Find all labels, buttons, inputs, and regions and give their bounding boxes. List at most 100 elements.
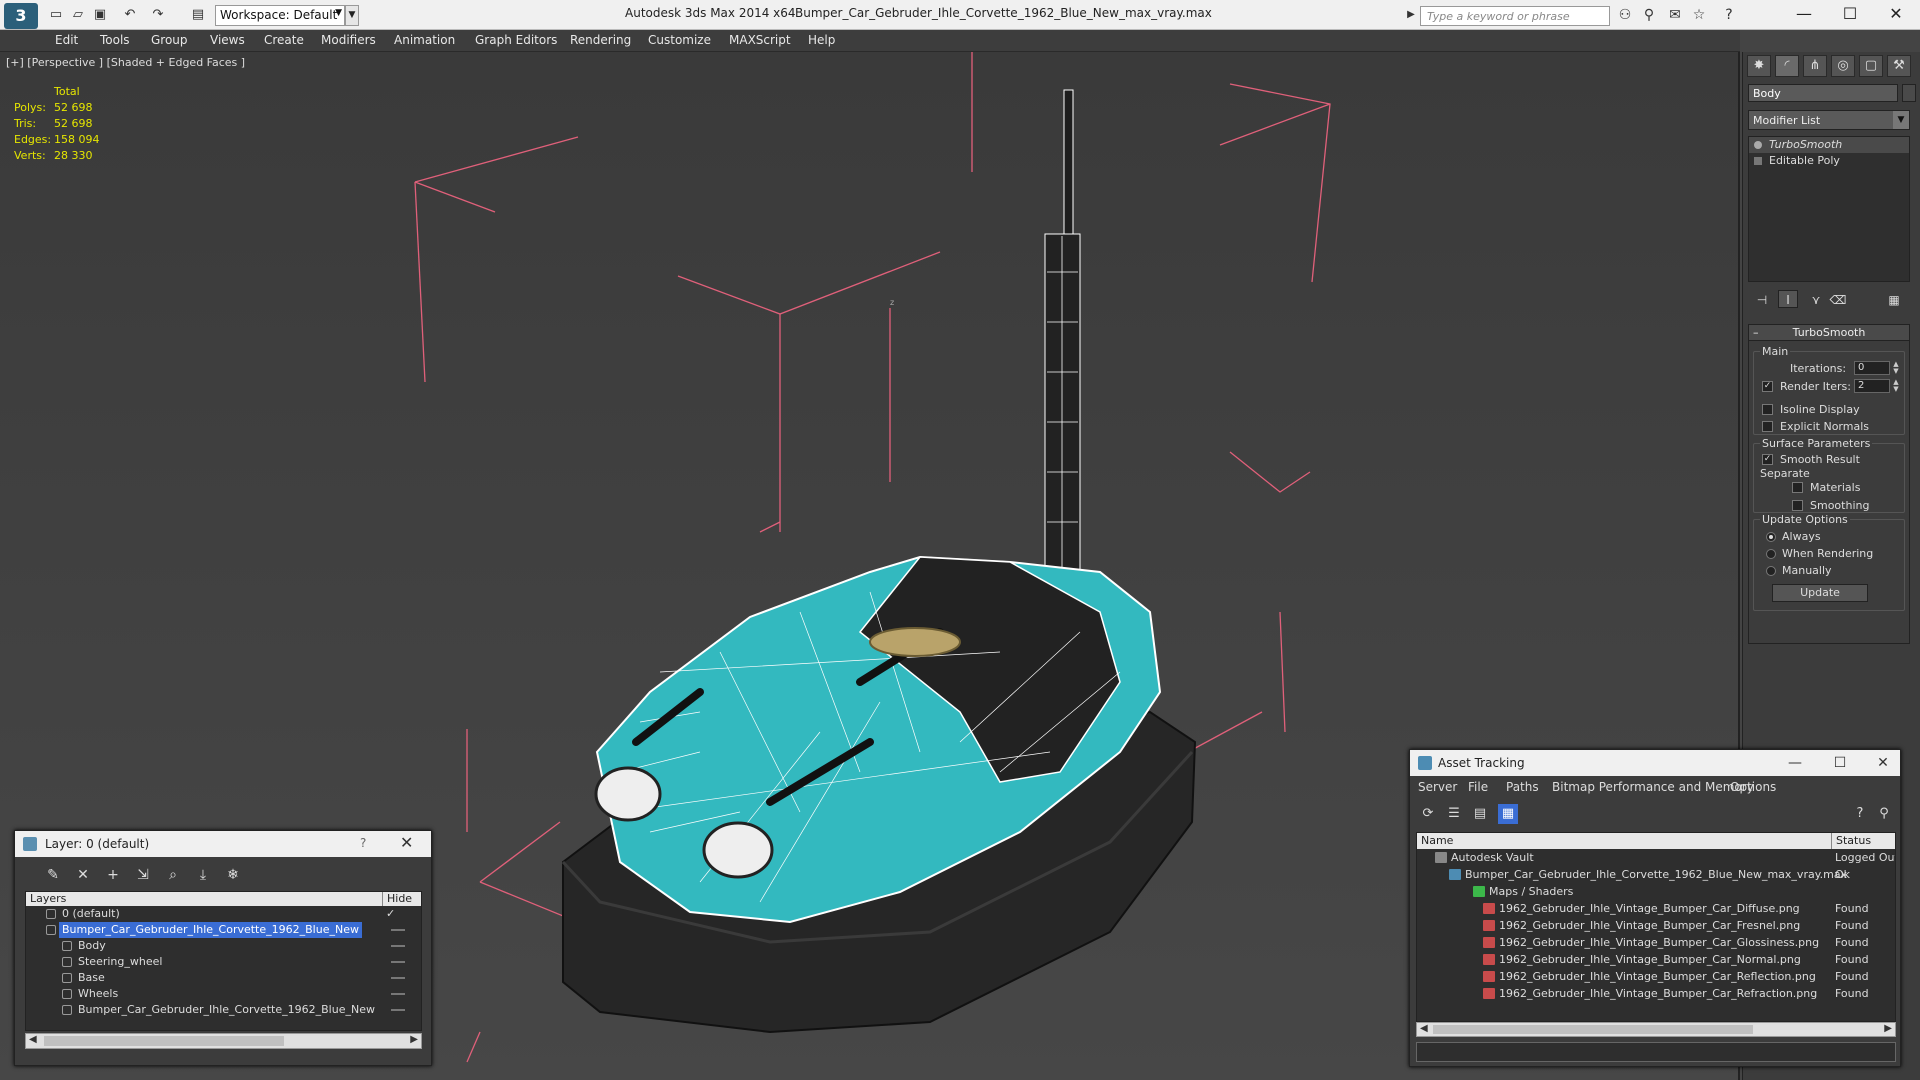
asset-row[interactable]: Autodesk Vault Logged Out (1417, 849, 1895, 866)
menu-animation[interactable]: Animation (394, 33, 455, 47)
layer-row[interactable]: Body (26, 938, 421, 954)
hide-toggle[interactable] (391, 993, 405, 995)
col-status[interactable]: Status (1831, 833, 1895, 849)
layer-row[interactable]: Bumper_Car_Gebruder_Ihle_Corvette_1962_B… (26, 1002, 421, 1018)
close-button[interactable]: ✕ (400, 833, 413, 852)
stack-item-turbosmooth[interactable]: TurboSmooth (1749, 137, 1909, 153)
explicit-normals-checkbox[interactable] (1762, 421, 1773, 432)
active-layer-check-icon[interactable]: ✓ (386, 906, 395, 922)
col-layers[interactable]: Layers (30, 892, 66, 906)
horizontal-scrollbar[interactable]: ◀ ▶ (1416, 1022, 1896, 1037)
lightbulb-icon[interactable] (1754, 141, 1762, 149)
always-radio[interactable] (1766, 532, 1776, 542)
col-hide[interactable]: Hide (382, 892, 423, 906)
menu-edit[interactable]: Edit (55, 33, 78, 47)
menu-bitmap-performance[interactable]: Bitmap Performance and Memory (1552, 780, 1754, 794)
asset-row[interactable]: 1962_Gebruder_Ihle_Vintage_Bumper_Car_Fr… (1417, 917, 1895, 934)
spinner-arrows-icon[interactable]: ▲ ▼ (1892, 379, 1900, 393)
asset-row[interactable]: 1962_Gebruder_Ihle_Vintage_Bumper_Car_Di… (1417, 900, 1895, 917)
save-file-icon[interactable]: ▣ (92, 7, 108, 23)
make-unique-icon[interactable]: ⋎ (1806, 290, 1826, 308)
menu-views[interactable]: Views (210, 33, 245, 47)
scrollbar-thumb[interactable] (44, 1036, 284, 1046)
col-name[interactable]: Name (1421, 833, 1453, 849)
iterations-spinner[interactable]: 0 (1854, 361, 1890, 375)
menu-maxscript[interactable]: MAXScript (729, 33, 791, 47)
refresh-icon[interactable]: ⟳ (1418, 804, 1438, 824)
menu-server[interactable]: Server (1418, 780, 1457, 794)
asset-row[interactable]: Maps / Shaders (1417, 883, 1895, 900)
list-view-icon[interactable]: ☰ (1444, 804, 1464, 824)
search-expand-icon[interactable]: ▶ (1402, 6, 1420, 24)
menu-create[interactable]: Create (264, 33, 304, 47)
menu-group[interactable]: Group (151, 33, 188, 47)
scroll-right-icon[interactable]: ▶ (410, 1034, 418, 1045)
asset-row[interactable]: Bumper_Car_Gebruder_Ihle_Corvette_1962_B… (1417, 866, 1895, 883)
asset-row[interactable]: 1962_Gebruder_Ihle_Vintage_Bumper_Car_Re… (1417, 968, 1895, 985)
materials-checkbox[interactable] (1792, 482, 1803, 493)
menu-customize[interactable]: Customize (648, 33, 711, 47)
hierarchy-tab-icon[interactable]: ⋔ (1803, 55, 1827, 77)
create-tab-icon[interactable]: ✸ (1747, 55, 1771, 77)
favorites-star-icon[interactable]: ☆ (1690, 6, 1708, 24)
display-tab-icon[interactable]: ▢ (1859, 55, 1883, 77)
menu-help[interactable]: Help (808, 33, 835, 47)
layer-row[interactable]: Base (26, 970, 421, 986)
modify-tab-icon[interactable]: ◜ (1775, 55, 1799, 77)
show-end-result-icon[interactable]: Ⅰ (1778, 290, 1798, 308)
layer-row[interactable]: 0 (default) ✓ (26, 906, 421, 922)
minimize-button[interactable]: — (1784, 2, 1824, 26)
pin-stack-icon[interactable]: ⊣ (1752, 290, 1772, 308)
viewport-label[interactable]: [+] [Perspective ] [Shaded + Edged Faces… (6, 56, 245, 69)
menu-rendering[interactable]: Rendering (570, 33, 631, 47)
asset-row[interactable]: 1962_Gebruder_Ihle_Vintage_Bumper_Car_Re… (1417, 985, 1895, 1002)
stack-item-editable-poly[interactable]: Editable Poly (1749, 153, 1909, 169)
help-icon[interactable]: ? (1720, 6, 1738, 24)
menu-file[interactable]: File (1468, 780, 1488, 794)
asset-dialog-title-bar[interactable]: Asset Tracking — ☐ ✕ (1410, 750, 1900, 776)
scroll-right-icon[interactable]: ▶ (1884, 1023, 1892, 1034)
hide-toggle[interactable] (391, 945, 405, 947)
help-icon[interactable]: ? (1850, 804, 1870, 824)
when-rendering-radio[interactable] (1766, 549, 1776, 559)
remove-modifier-icon[interactable]: ⌫ (1828, 290, 1848, 308)
maximize-button[interactable]: ☐ (1825, 752, 1855, 774)
scroll-left-icon[interactable]: ◀ (1420, 1023, 1428, 1034)
table-view-icon[interactable]: ▤ (1470, 804, 1490, 824)
scroll-left-icon[interactable]: ◀ (29, 1034, 37, 1045)
delete-layer-icon[interactable]: ✕ (73, 865, 93, 885)
layer-dialog-title-bar[interactable]: Layer: 0 (default) ? ✕ (15, 831, 431, 857)
help-button[interactable]: ? (360, 836, 366, 850)
close-button[interactable]: ✕ (1868, 752, 1898, 774)
smooth-result-checkbox[interactable]: ✓ (1762, 454, 1773, 465)
layer-row[interactable]: Bumper_Car_Gebruder_Ihle_Corvette_1962_B… (26, 922, 421, 938)
asset-row[interactable]: 1962_Gebruder_Ihle_Vintage_Bumper_Car_No… (1417, 951, 1895, 968)
add-selection-icon[interactable]: + (103, 865, 123, 885)
grid-view-icon[interactable]: ▦ (1498, 804, 1518, 824)
close-button[interactable]: ✕ (1876, 2, 1916, 26)
layer-row[interactable]: Wheels (26, 986, 421, 1002)
open-file-icon[interactable]: ▱ (70, 7, 86, 23)
binoculars-icon[interactable]: ⚇ (1616, 6, 1634, 24)
hide-all-icon[interactable]: ⤓ (193, 865, 213, 885)
new-layer-icon[interactable]: ✎ (43, 865, 63, 885)
workspace-dropdown[interactable]: Workspace: Default ▼ (215, 5, 345, 26)
layer-row[interactable]: Steering_wheel (26, 954, 421, 970)
menu-options[interactable]: Options (1730, 780, 1776, 794)
pin-icon[interactable]: ⚲ (1874, 804, 1894, 824)
minimize-button[interactable]: — (1780, 752, 1810, 774)
menu-modifiers[interactable]: Modifiers (321, 33, 376, 47)
search-input[interactable]: Type a keyword or phrase (1420, 6, 1610, 26)
utilities-tab-icon[interactable]: ⚒ (1887, 55, 1911, 77)
scrollbar-thumb[interactable] (1433, 1025, 1753, 1034)
hide-toggle[interactable] (391, 977, 405, 979)
communication-icon[interactable]: ✉ (1666, 6, 1684, 24)
object-color-swatch[interactable] (1902, 84, 1916, 102)
maximize-button[interactable]: ☐ (1830, 2, 1870, 26)
hide-toggle[interactable] (391, 1009, 405, 1011)
smoothing-groups-checkbox[interactable] (1792, 500, 1803, 511)
hide-toggle[interactable] (391, 929, 405, 931)
object-name-field[interactable]: Body (1748, 84, 1898, 102)
freeze-all-icon[interactable]: ❄ (223, 865, 243, 885)
spinner-arrows-icon[interactable]: ▲ ▼ (1892, 361, 1900, 375)
